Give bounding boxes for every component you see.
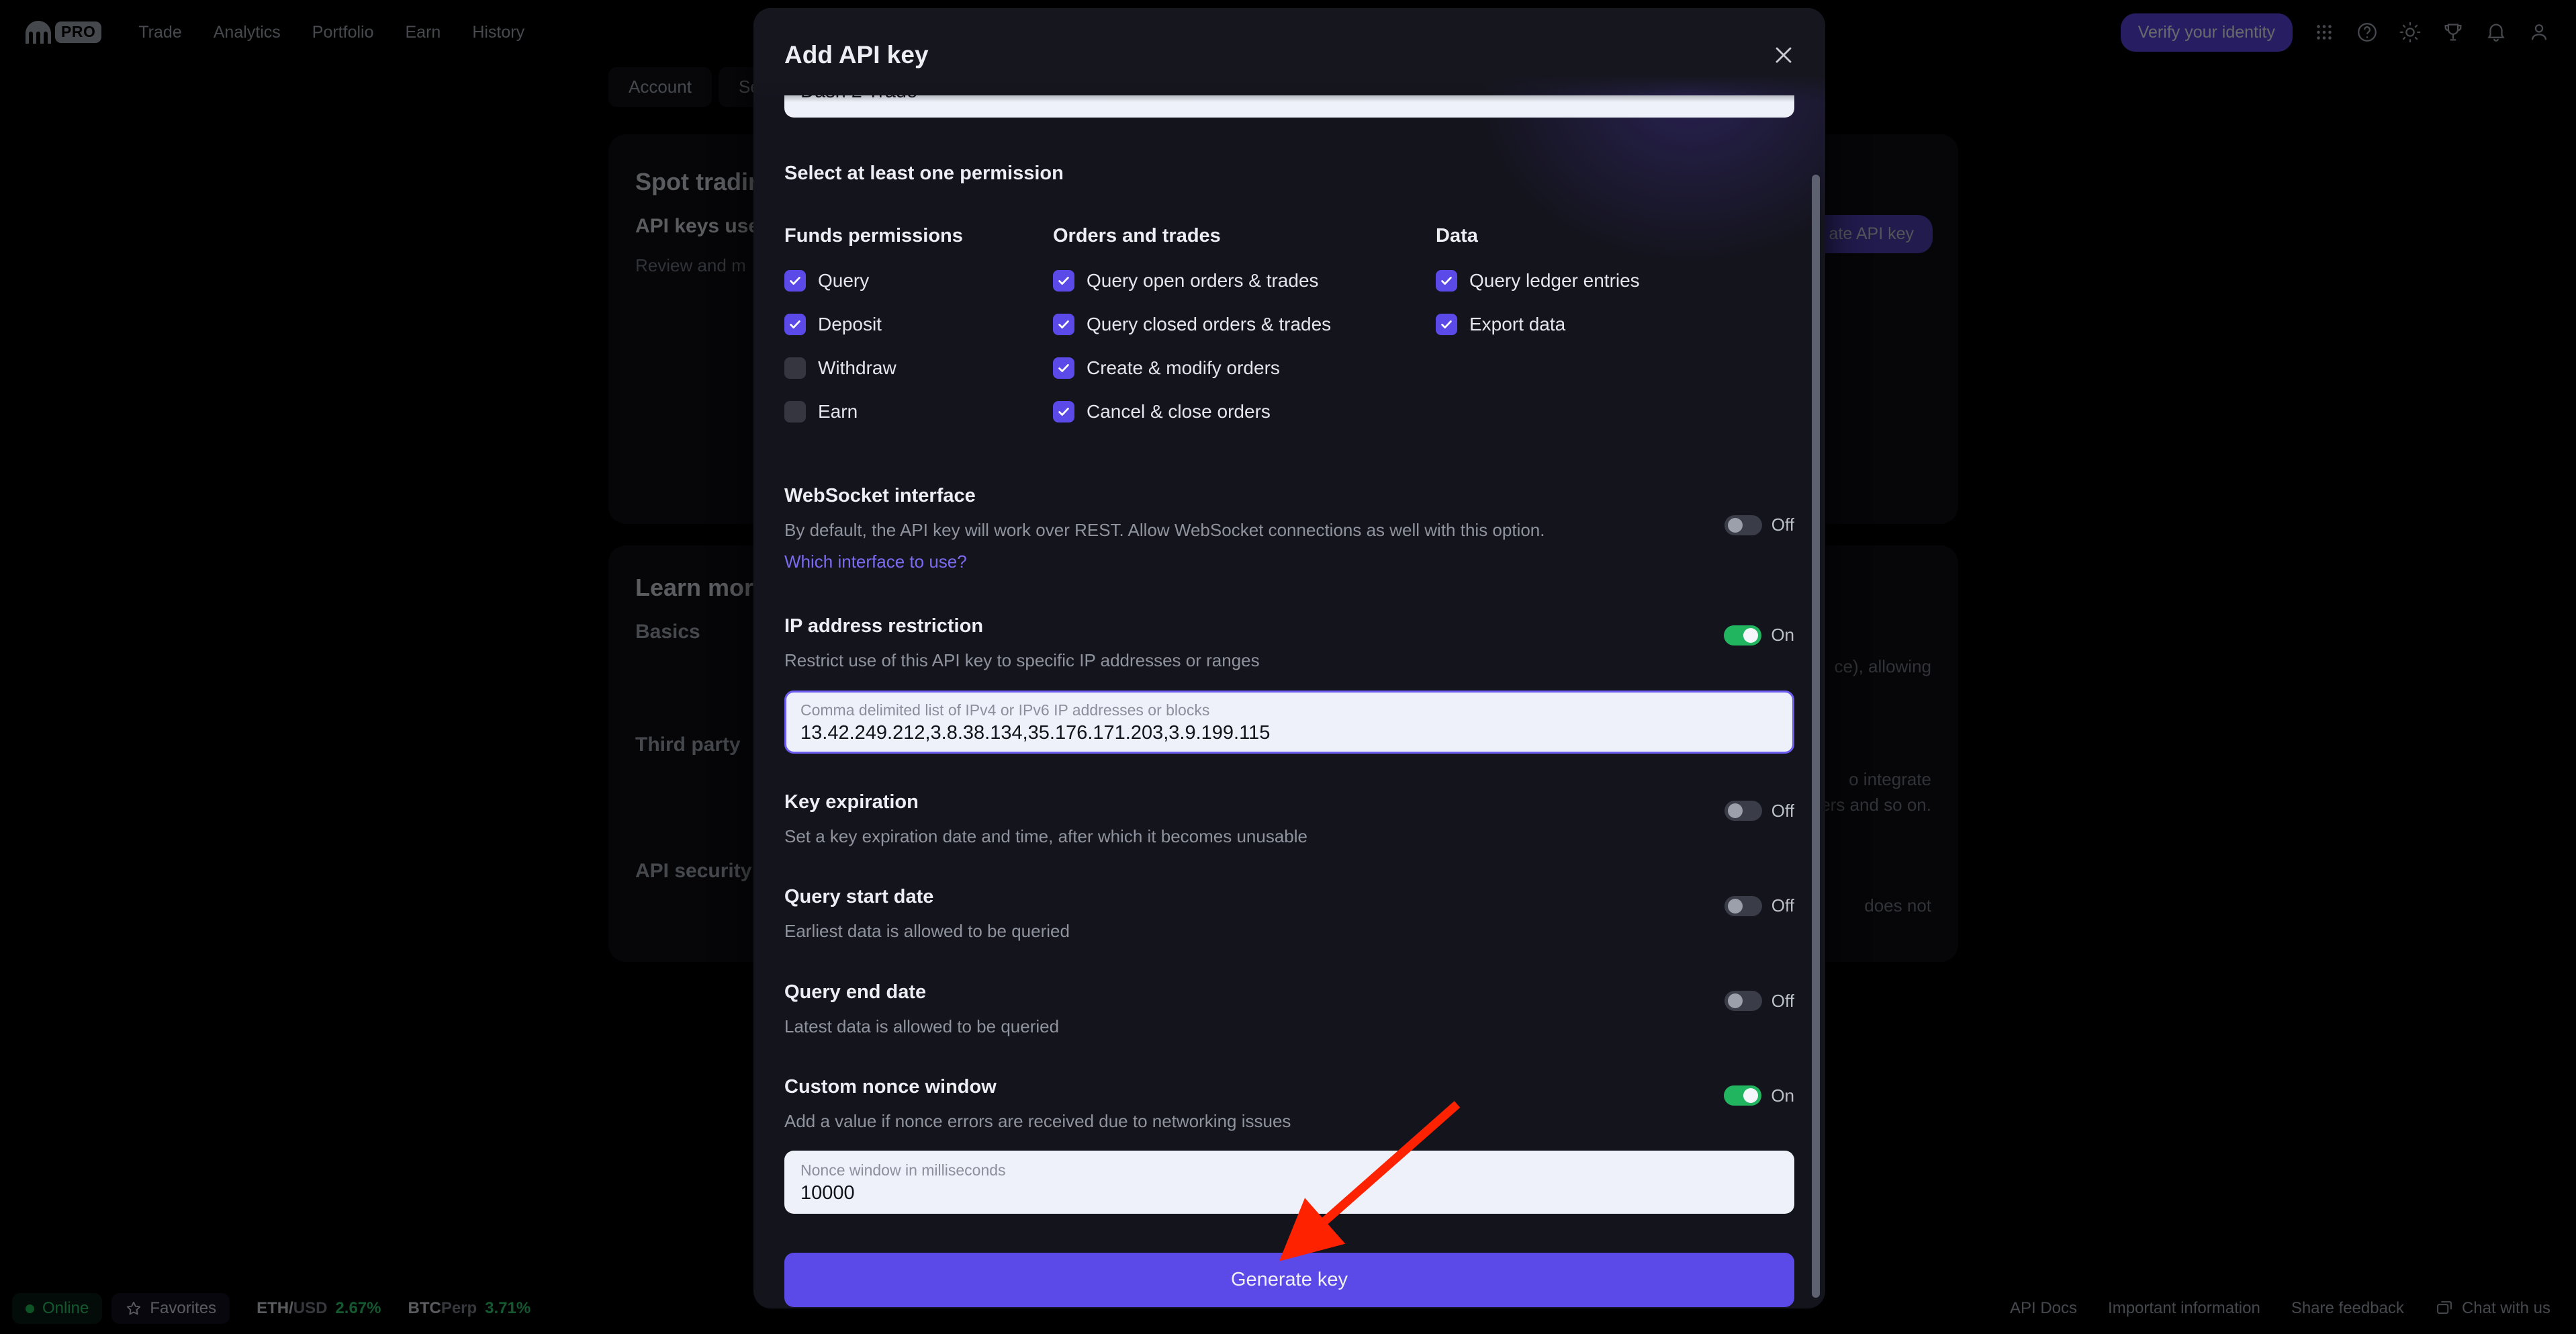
generate-key-button[interactable]: Generate key bbox=[784, 1253, 1794, 1308]
ip-restriction-toggle-group[interactable]: On bbox=[1724, 625, 1794, 646]
query-start-date-toggle-group[interactable]: Off bbox=[1724, 895, 1794, 916]
toggle-knob bbox=[1743, 1088, 1759, 1104]
query-end-date-toggle[interactable] bbox=[1724, 991, 1762, 1012]
option-title: IP address restriction bbox=[784, 615, 984, 637]
permission-group-heading: Orders and trades bbox=[1053, 225, 1221, 247]
toggle-state-label: Off bbox=[1771, 895, 1794, 916]
option-title: WebSocket interface bbox=[784, 485, 976, 506]
permission-withdraw[interactable]: Withdraw bbox=[784, 357, 1053, 379]
ip-restriction-toggle[interactable] bbox=[1724, 625, 1762, 646]
checkbox-checked-icon[interactable] bbox=[1436, 270, 1457, 292]
option-title: Key expiration bbox=[784, 791, 919, 813]
websocket-toggle[interactable] bbox=[1724, 515, 1762, 535]
permission-label: Earn bbox=[818, 401, 858, 422]
modal-header: Add API key bbox=[753, 8, 1825, 102]
permission-query-closed-orders[interactable]: Query closed orders & trades bbox=[1053, 314, 1436, 335]
nonce-window-toggle[interactable] bbox=[1724, 1085, 1762, 1106]
option-description: Set a key expiration date and time, afte… bbox=[784, 826, 1307, 846]
close-icon[interactable] bbox=[1770, 42, 1797, 69]
key-expiration-toggle[interactable] bbox=[1724, 801, 1762, 821]
permission-query[interactable]: Query bbox=[784, 270, 1053, 292]
permission-group-heading: Funds permissions bbox=[784, 225, 963, 247]
permission-group-funds: Funds permissions Query Deposit Withdraw bbox=[784, 225, 1053, 445]
option-query-end-date: Query end date Latest data is allowed to… bbox=[784, 981, 1794, 1038]
option-description: Latest data is allowed to be queried bbox=[784, 1016, 1060, 1036]
checkbox-checked-icon[interactable] bbox=[1053, 270, 1074, 292]
permission-earn[interactable]: Earn bbox=[784, 401, 1053, 423]
ip-address-field-value: 13.42.249.212,3.8.38.134,35.176.171.203,… bbox=[800, 721, 1271, 744]
checkbox-checked-icon[interactable] bbox=[1053, 401, 1074, 423]
checkbox-checked-icon[interactable] bbox=[1436, 314, 1457, 335]
permission-label: Deposit bbox=[818, 314, 882, 335]
option-key-expiration: Key expiration Set a key expiration date… bbox=[784, 791, 1794, 848]
option-ip-address-restriction: IP address restriction Restrict use of t… bbox=[784, 615, 1794, 754]
nonce-window-toggle-group[interactable]: On bbox=[1724, 1085, 1794, 1106]
nonce-window-field-value: 10000 bbox=[800, 1182, 855, 1204]
option-websocket-interface: WebSocket interface By default, the API … bbox=[784, 485, 1794, 572]
permission-label: Query open orders & trades bbox=[1087, 270, 1319, 291]
permission-label: Export data bbox=[1469, 314, 1566, 335]
toggle-knob bbox=[1727, 517, 1743, 533]
permission-label: Cancel & close orders bbox=[1087, 401, 1271, 422]
permission-label: Query bbox=[818, 270, 870, 291]
option-query-start-date: Query start date Earliest data is allowe… bbox=[784, 886, 1794, 943]
permission-query-open-orders[interactable]: Query open orders & trades bbox=[1053, 270, 1436, 292]
option-description: Restrict use of this API key to specific… bbox=[784, 650, 1260, 671]
option-title: Query start date bbox=[784, 886, 934, 908]
toggle-state-label: On bbox=[1771, 625, 1794, 646]
query-start-date-toggle[interactable] bbox=[1724, 895, 1762, 916]
toggle-state-label: Off bbox=[1771, 990, 1794, 1011]
permission-deposit[interactable]: Deposit bbox=[784, 314, 1053, 335]
which-interface-link[interactable]: Which interface to use? bbox=[784, 551, 967, 572]
option-title: Custom nonce window bbox=[784, 1075, 997, 1098]
checkbox-unchecked-icon[interactable] bbox=[784, 401, 806, 423]
permission-label: Create & modify orders bbox=[1087, 357, 1280, 378]
toggle-knob bbox=[1743, 627, 1759, 643]
toggle-state-label: On bbox=[1771, 1085, 1794, 1106]
permission-create-modify-orders[interactable]: Create & modify orders bbox=[1053, 357, 1436, 379]
toggle-state-label: Off bbox=[1771, 800, 1794, 821]
option-description: Add a value if nonce errors are received… bbox=[784, 1110, 1291, 1131]
toggle-knob bbox=[1727, 898, 1743, 914]
toggle-knob bbox=[1727, 803, 1743, 819]
checkbox-checked-icon[interactable] bbox=[784, 314, 806, 335]
modal-title: Add API key bbox=[784, 41, 929, 69]
permission-query-ledger-entries[interactable]: Query ledger entries bbox=[1436, 270, 1794, 292]
add-api-key-modal: Select at least one permission Funds per… bbox=[753, 8, 1825, 1308]
permission-group-data: Data Query ledger entries Export data bbox=[1436, 225, 1794, 445]
ip-address-field-label: Comma delimited list of IPv4 or IPv6 IP … bbox=[800, 701, 1210, 719]
permission-cancel-close-orders[interactable]: Cancel & close orders bbox=[1053, 401, 1436, 423]
toggle-knob bbox=[1727, 993, 1743, 1009]
permission-group-heading: Data bbox=[1436, 225, 1478, 247]
permission-hint-label: Select at least one permission bbox=[784, 163, 1064, 184]
nonce-window-field-label: Nonce window in milliseconds bbox=[800, 1161, 1006, 1180]
permission-export-data[interactable]: Export data bbox=[1436, 314, 1794, 335]
query-end-date-toggle-group[interactable]: Off bbox=[1724, 991, 1794, 1012]
checkbox-checked-icon[interactable] bbox=[784, 270, 806, 292]
modal-overlay[interactable]: Select at least one permission Funds per… bbox=[0, 0, 2576, 1334]
option-description: Earliest data is allowed to be queried bbox=[784, 921, 1070, 942]
option-title: Query end date bbox=[784, 981, 927, 1003]
nonce-window-field[interactable]: Nonce window in milliseconds 10000 bbox=[784, 1151, 1794, 1214]
checkbox-unchecked-icon[interactable] bbox=[784, 357, 806, 379]
checkbox-checked-icon[interactable] bbox=[1053, 357, 1074, 379]
option-custom-nonce-window: Custom nonce window Add a value if nonce… bbox=[784, 1076, 1794, 1214]
permissions-grid: Funds permissions Query Deposit Withdraw bbox=[784, 225, 1794, 445]
option-description: By default, the API key will work over R… bbox=[784, 520, 1545, 540]
ip-address-field[interactable]: Comma delimited list of IPv4 or IPv6 IP … bbox=[784, 690, 1794, 754]
websocket-toggle-group[interactable]: Off bbox=[1724, 515, 1794, 535]
permission-label: Query closed orders & trades bbox=[1087, 314, 1332, 335]
key-expiration-toggle-group[interactable]: Off bbox=[1724, 801, 1794, 821]
permission-label: Query ledger entries bbox=[1469, 270, 1640, 291]
permission-label: Withdraw bbox=[818, 357, 896, 378]
modal-scrollbar-thumb[interactable] bbox=[1812, 175, 1820, 1298]
checkbox-checked-icon[interactable] bbox=[1053, 314, 1074, 335]
permission-group-orders: Orders and trades Query open orders & tr… bbox=[1053, 225, 1436, 445]
modal-scroll-container[interactable]: Select at least one permission Funds per… bbox=[753, 8, 1825, 1308]
toggle-state-label: Off bbox=[1771, 515, 1794, 535]
